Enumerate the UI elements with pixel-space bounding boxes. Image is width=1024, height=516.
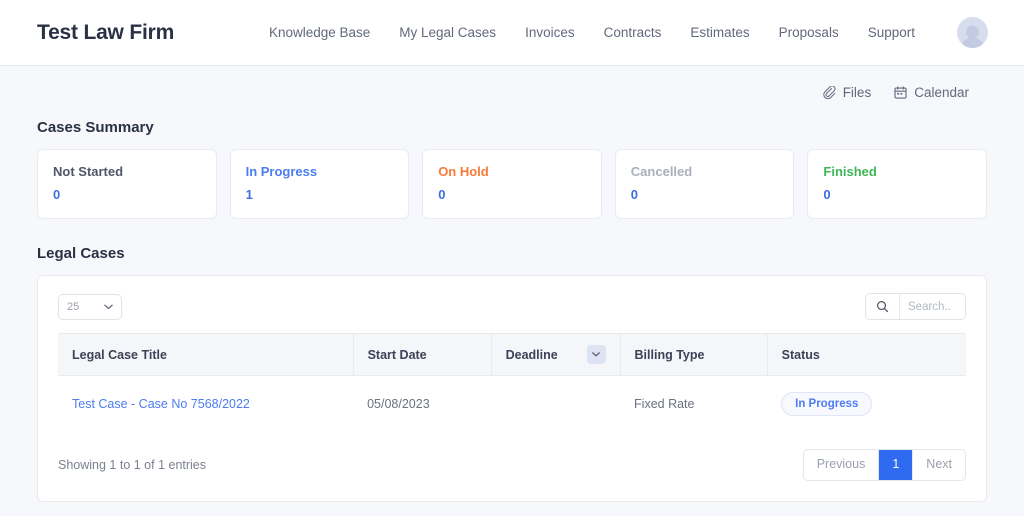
pagination-next-button[interactable]: Next [913, 450, 965, 480]
status-badge[interactable]: In Progress [781, 392, 873, 416]
calendar-link[interactable]: Calendar [894, 85, 969, 100]
page-body: Files Calendar Cases Summary Not Started… [0, 66, 1024, 502]
summary-card-on-hold[interactable]: On Hold 0 [422, 149, 602, 219]
summary-card-in-progress[interactable]: In Progress 1 [229, 149, 410, 219]
chevron-down-icon [592, 352, 600, 357]
summary-card-label: On Hold [438, 164, 489, 179]
nav-item-contracts[interactable]: Contracts [604, 25, 662, 40]
column-header-label: Legal Case Title [72, 347, 167, 362]
cell-billing-type: Fixed Rate [634, 397, 695, 411]
user-avatar-icon [961, 25, 984, 48]
column-header-start-date[interactable]: Start Date [353, 333, 492, 376]
cases-summary-title: Cases Summary [37, 119, 154, 136]
legal-cases-card: 25 Search.. Legal Case Title Start Date … [37, 275, 987, 502]
entries-info: Showing 1 to 1 of 1 entries [58, 457, 207, 472]
nav-item-estimates[interactable]: Estimates [690, 25, 749, 40]
summary-card-value: 0 [823, 187, 831, 202]
calendar-label: Calendar [914, 85, 969, 100]
nav-item-knowledge-base[interactable]: Knowledge Base [269, 25, 370, 40]
brand-title: Test Law Firm [37, 20, 175, 44]
main-navigation: Knowledge Base My Legal Cases Invoices C… [269, 17, 988, 48]
summary-card-finished[interactable]: Finished 0 [807, 149, 987, 219]
search-group [865, 293, 966, 320]
column-header-label: Billing Type [634, 347, 705, 362]
summary-card-cancelled[interactable]: Cancelled 0 [614, 149, 795, 219]
summary-card-value: 1 [245, 187, 253, 202]
cell-legal-case-title: Test Case - Case No 7568/2022 [58, 376, 353, 432]
deadline-sort-button[interactable] [586, 345, 606, 364]
summary-card-label: In Progress [245, 164, 318, 179]
summary-card-label: Not Started [53, 164, 124, 179]
cell-start-date: 05/08/2023 [367, 397, 430, 411]
column-header-label: Status [781, 347, 820, 362]
nav-item-my-legal-cases[interactable]: My Legal Cases [399, 25, 496, 40]
files-label: Files [842, 85, 872, 100]
summary-card-not-started[interactable]: Not Started 0 [37, 149, 217, 219]
case-title-link[interactable]: Test Case - Case No 7568/2022 [72, 397, 250, 411]
summary-card-value: 0 [438, 187, 446, 202]
column-header-deadline[interactable]: Deadline [491, 333, 621, 376]
table-toolbar: 25 [58, 293, 966, 320]
user-avatar[interactable] [957, 17, 988, 48]
summary-card-label: Cancelled [630, 164, 693, 179]
table-footer: Showing 1 to 1 of 1 entries Previous 1 N… [58, 449, 966, 481]
page-length-select[interactable]: 25 [58, 293, 122, 320]
nav-item-support[interactable]: Support [868, 25, 915, 40]
utility-links-row: Files Calendar [37, 66, 987, 119]
nav-item-proposals[interactable]: Proposals [779, 25, 839, 40]
column-header-status[interactable]: Status [767, 333, 966, 376]
top-navigation-bar: Test Law Firm Knowledge Base My Legal Ca… [0, 0, 1024, 66]
table-row: Test Case - Case No 7568/2022 05/08/2023… [58, 376, 966, 432]
pagination: Previous 1 Next [802, 449, 966, 481]
cases-summary-grid: Not Started 0 In Progress 1 On Hold 0 Ca… [37, 149, 987, 219]
legal-cases-title: Legal Cases [37, 245, 125, 262]
table-body: Test Case - Case No 7568/2022 05/08/2023… [58, 376, 966, 432]
legal-cases-table: Legal Case Title Start Date Deadline Bil… [58, 333, 966, 431]
search-input[interactable] [900, 294, 965, 319]
table-header: Legal Case Title Start Date Deadline Bil… [58, 333, 966, 376]
column-header-label: Deadline [505, 347, 558, 362]
cell-deadline [491, 376, 620, 432]
table-header-row: Legal Case Title Start Date Deadline Bil… [58, 333, 966, 376]
paperclip-icon [823, 86, 836, 99]
page-length-wrapper: 25 [58, 293, 122, 320]
column-header-legal-case-title[interactable]: Legal Case Title [58, 333, 354, 376]
summary-card-value: 0 [53, 187, 61, 202]
summary-card-label: Finished [823, 164, 877, 179]
search-icon [877, 301, 889, 313]
column-header-billing-type[interactable]: Billing Type [620, 333, 768, 376]
column-header-label: Start Date [367, 347, 427, 362]
pagination-previous-button[interactable]: Previous [803, 450, 880, 480]
calendar-icon [894, 86, 907, 99]
pagination-page-1-button[interactable]: 1 [879, 450, 914, 480]
files-link[interactable]: Files [823, 85, 872, 100]
summary-card-value: 0 [630, 187, 639, 202]
nav-item-invoices[interactable]: Invoices [525, 25, 575, 40]
search-button[interactable] [866, 294, 900, 319]
cell-status: In Progress [767, 376, 966, 432]
